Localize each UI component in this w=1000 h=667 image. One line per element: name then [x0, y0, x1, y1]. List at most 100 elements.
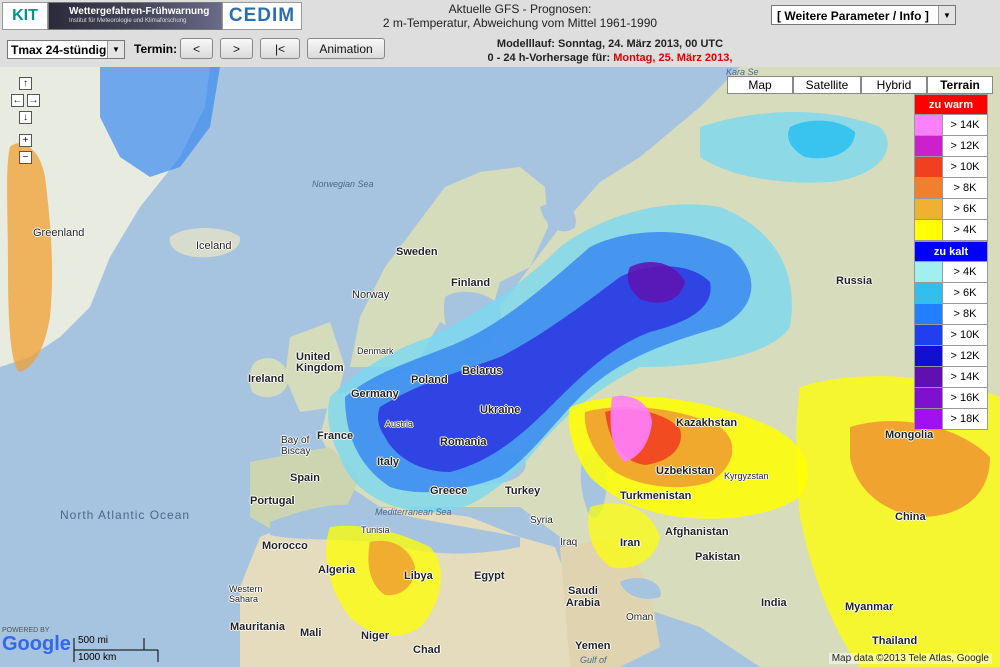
google-wordmark-text: Google — [2, 633, 71, 655]
label-united-kingdom: United Kingdom — [296, 351, 344, 374]
label-syria: Syria — [530, 515, 553, 526]
legend-label: > 8K — [953, 308, 977, 320]
variable-select[interactable]: Tmax 24-stündig ▼ — [7, 40, 125, 59]
legend-swatch — [915, 283, 943, 303]
label-india: India — [761, 597, 787, 609]
prev-button[interactable]: < — [180, 38, 213, 59]
wettergefahren-logo[interactable]: Wettergefahren-Frühwarnung Institut für … — [48, 2, 222, 30]
label-germany: Germany — [351, 388, 399, 400]
label-romania: Romania — [440, 436, 487, 448]
legend-swatch — [915, 178, 943, 198]
legend-row-warm: > 4K — [914, 220, 988, 241]
label-niger: Niger — [361, 630, 390, 642]
label-pakistan: Pakistan — [695, 551, 741, 563]
zoom-in-button[interactable]: + — [19, 134, 32, 147]
chevron-down-icon[interactable]: ▼ — [938, 6, 955, 24]
label-austria: Austria — [385, 419, 414, 429]
map-type-satellite[interactable]: Satellite — [793, 76, 861, 94]
label-greenland: Greenland — [33, 227, 85, 239]
legend-row-cold: > 18K — [914, 409, 988, 430]
legend-row-warm: > 6K — [914, 199, 988, 220]
label-chad: Chad — [413, 644, 441, 656]
label-bay-of-biscay: Bay of Biscay — [281, 435, 311, 457]
label-iraq: Iraq — [560, 537, 578, 548]
scale-mi: 500 mi — [78, 635, 109, 646]
map-attribution[interactable]: Map data ©2013 Tele Atlas, Google — [828, 653, 992, 664]
legend-label: > 16K — [950, 392, 980, 404]
legend-swatch — [915, 136, 943, 156]
label-uzbekistan: Uzbekistan — [656, 465, 715, 477]
map-type-map[interactable]: Map — [727, 76, 793, 94]
legend-swatch — [915, 346, 943, 366]
page-title: Aktuelle GFS - Prognosen: 2 m-Temperatur… — [330, 2, 710, 30]
map-canvas[interactable]: Map Satellite Hybrid Terrain ↑ ← → ↓ + −… — [0, 67, 1000, 667]
legend-swatch — [915, 304, 943, 324]
legend-label: > 4K — [953, 224, 977, 236]
label-kazakhstan: Kazakhstan — [676, 417, 738, 429]
next-button[interactable]: > — [220, 38, 253, 59]
pan-right-button[interactable]: → — [27, 94, 40, 107]
legend-cold-rows: > 4K > 6K > 8K > 10K > 12K > 14K > 16K > 18K — [914, 262, 988, 430]
legend-label: > 6K — [953, 203, 977, 215]
label-spain: Spain — [290, 472, 320, 484]
wettergefahren-logo-title: Wettergefahren-Frühwarnung — [69, 6, 210, 17]
scale-km: 1000 km — [78, 652, 117, 663]
legend-row-warm: > 10K — [914, 157, 988, 178]
label-norway: Norway — [352, 289, 390, 301]
label-gulf: Gulf of — [580, 655, 607, 665]
parameter-select-value: [ Weitere Parameter / Info ] — [777, 9, 929, 23]
label-greece: Greece — [430, 485, 468, 497]
legend-row-warm: > 8K — [914, 178, 988, 199]
label-kyrgyzstan: Kyrgyzstan — [724, 471, 769, 481]
first-button[interactable]: |< — [260, 38, 300, 59]
label-france: France — [317, 430, 354, 442]
map-type-terrain[interactable]: Terrain — [927, 76, 993, 94]
legend-swatch — [915, 325, 943, 345]
label-mauritania: Mauritania — [230, 621, 286, 633]
pan-left-button[interactable]: ← — [11, 94, 24, 107]
animation-button[interactable]: Animation — [307, 38, 385, 59]
label-poland: Poland — [411, 374, 448, 386]
model-run-label: Modelllauf: Sonntag, 24. März 2013, 00 U… — [496, 38, 724, 50]
google-wordmark: Google — [2, 634, 71, 654]
legend-label: > 10K — [950, 161, 980, 173]
label-north-atlantic: North Atlantic Ocean — [60, 508, 191, 522]
legend-swatch — [915, 409, 943, 429]
legend: zu warm > 14K > 12K > 10K > 8K > 6K > 4K zu k… — [914, 94, 988, 430]
label-yemen: Yemen — [575, 640, 611, 652]
label-belarus: Belarus — [462, 365, 503, 377]
page-title-line1: Aktuelle GFS - Prognosen: — [448, 2, 592, 16]
legend-row-cold: > 16K — [914, 388, 988, 409]
legend-swatch — [915, 388, 943, 408]
label-portugal: Portugal — [250, 495, 295, 507]
label-saudi-arabia: Saudi Arabia — [565, 585, 601, 609]
label-finland: Finland — [451, 277, 491, 289]
legend-label: > 10K — [950, 329, 980, 341]
cedim-logo[interactable]: CEDIM — [222, 2, 302, 30]
legend-warm-rows: > 14K > 12K > 10K > 8K > 6K > 4K — [914, 115, 988, 241]
label-ukraine: Ukraine — [480, 404, 521, 416]
legend-swatch — [915, 367, 943, 387]
map-type-hybrid[interactable]: Hybrid — [861, 76, 927, 94]
legend-row-cold: > 6K — [914, 283, 988, 304]
forecast-prefix: 0 - 24 h-Vorhersage für: — [487, 52, 611, 64]
label-denmark: Denmark — [357, 346, 394, 356]
legend-swatch — [915, 115, 943, 135]
header: KIT Wettergefahren-Frühwarnung Institut … — [0, 0, 1000, 32]
kit-logo[interactable]: KIT — [2, 2, 48, 30]
legend-swatch — [915, 199, 943, 219]
zoom-out-button[interactable]: − — [19, 151, 32, 164]
legend-cold-header: zu kalt — [914, 241, 988, 262]
label-sweden: Sweden — [396, 246, 438, 258]
label-ireland: Ireland — [248, 373, 285, 385]
pan-down-button[interactable]: ↓ — [19, 111, 32, 124]
label-myanmar: Myanmar — [845, 601, 894, 613]
chevron-down-icon[interactable]: ▼ — [107, 41, 124, 58]
google-logo[interactable]: POWERED BY Google — [2, 627, 71, 654]
label-tunisia: Tunisia — [361, 525, 390, 535]
parameter-select[interactable]: [ Weitere Parameter / Info ] ▼ — [771, 5, 956, 25]
pan-up-button[interactable]: ↑ — [19, 77, 32, 90]
legend-row-cold: > 12K — [914, 346, 988, 367]
label-morocco: Morocco — [262, 540, 308, 552]
label-egypt: Egypt — [474, 570, 505, 582]
